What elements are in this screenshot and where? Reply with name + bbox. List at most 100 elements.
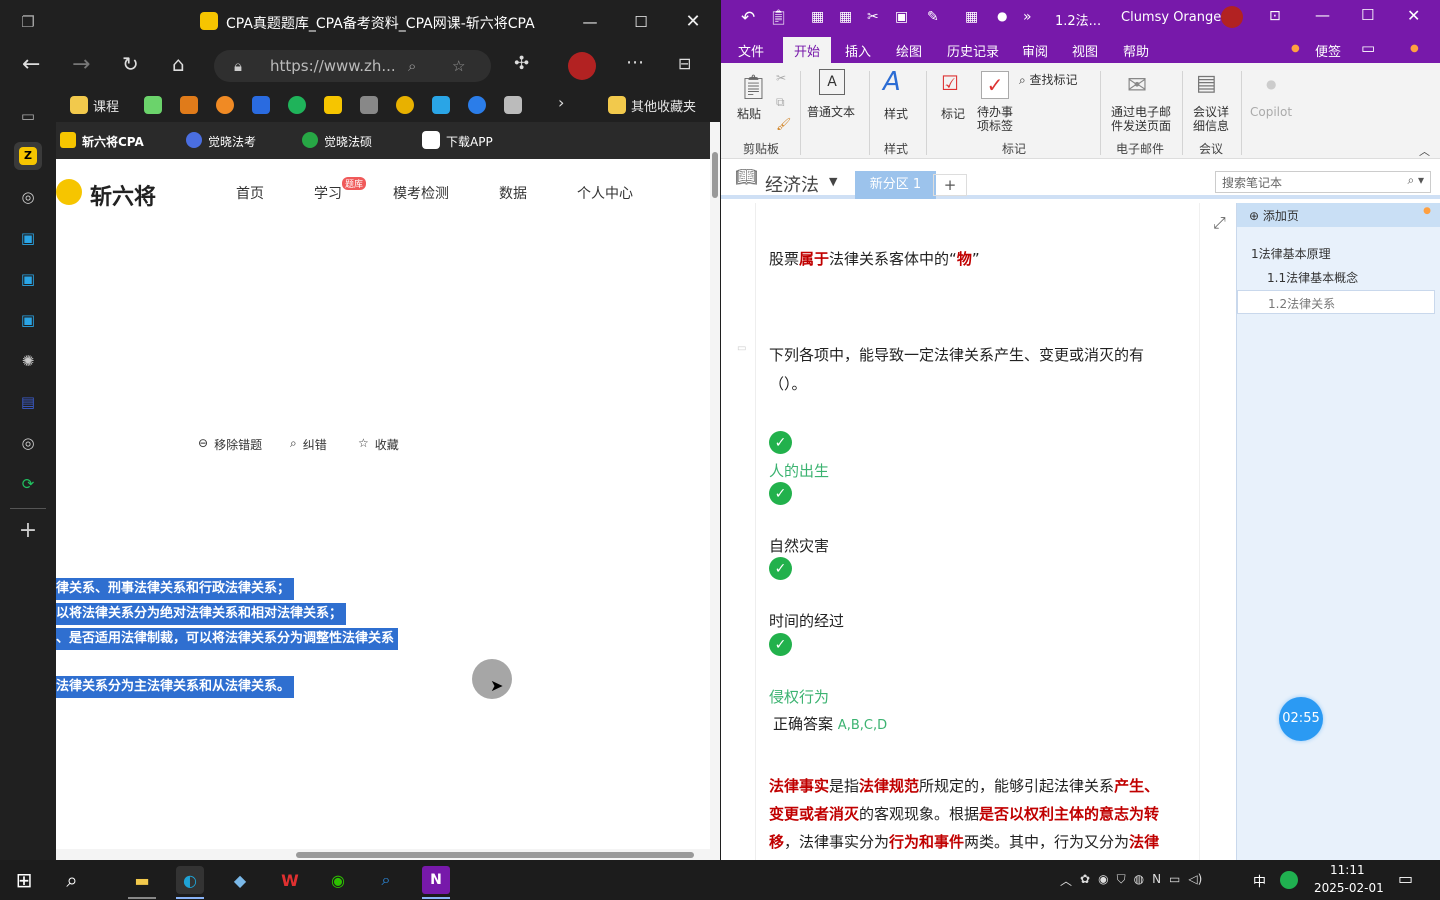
format-painter-icon[interactable]: 🖌︎ [776,117,791,131]
selected-text-line[interactable]: 法律关系分为主法律关系和从法律关系。 [56,676,295,698]
tab-history[interactable]: 历史记录 [947,41,999,60]
user-name[interactable]: Clumsy Orange [1121,10,1221,25]
site-link[interactable]: 觉晓法硕 [324,133,372,150]
floating-timer[interactable]: 02:55 [1279,697,1323,741]
vertical-scrollbar[interactable] [710,122,720,849]
sticky-notes-button[interactable]: 便签 [1315,41,1341,60]
chevron-down-icon[interactable]: ▼ [829,175,837,188]
nav-data[interactable]: 数据 [499,183,527,203]
tab-bilibili-icon[interactable]: ▣ [14,306,42,334]
table-icon[interactable]: ▦ [811,9,824,25]
meeting-icon[interactable]: ▤ [1196,71,1217,96]
favorite-icon[interactable] [180,96,198,114]
meeting-details-button[interactable]: 会议详细信息 [1191,105,1231,133]
wechat-icon[interactable]: ◉ [324,866,352,894]
paragraph-handle-icon[interactable]: ▭ [737,343,746,354]
question-text[interactable]: 下列各项中，能导致一定法律关系产生、变更或消灭的有（）。 [769,341,1179,399]
correction-button[interactable]: ⌕ 纠错 [290,436,327,453]
back-icon[interactable]: ← [22,52,40,77]
favorite-icon[interactable] [288,96,306,114]
close-icon[interactable]: ✕ [1407,6,1420,25]
sidebar-toggle-icon[interactable]: ⊟ [678,54,691,73]
section-tab[interactable]: 新分区 1 [855,171,936,199]
notification-center-icon[interactable]: ▭ [1398,869,1413,888]
paste-button[interactable]: 粘贴 [737,105,761,122]
ribbon-display-icon[interactable]: ⊡ [1269,8,1281,24]
scroll-thumb[interactable] [712,152,718,198]
tray-app-icon[interactable]: ✿ [1080,872,1090,889]
file-explorer-icon[interactable]: ▬ [128,866,156,894]
comment-icon[interactable]: ▭ [1361,39,1375,57]
email-icon[interactable]: ✉ [1127,71,1147,99]
onenote-icon[interactable]: N [422,866,450,894]
grid-icon[interactable]: ▦ [965,9,978,25]
favorite-icon[interactable] [360,96,378,114]
site-link[interactable]: 觉晓法考 [208,133,256,150]
favorite-icon[interactable] [252,96,270,114]
more-menu-icon[interactable]: ⋯ [626,52,644,73]
new-tab-icon[interactable]: + [14,516,42,544]
option-b[interactable]: 自然灾害 [769,535,829,556]
tab-chatgpt-icon[interactable]: ✺ [14,347,42,375]
expand-icon[interactable]: ⤢ [1213,213,1226,233]
url-field[interactable]: 🔒︎ https://www.zh... ⌕ ☆ [214,50,491,82]
selected-text-line[interactable]: 律关系、刑事法律关系和行政法律关系； [56,578,295,600]
app-icon[interactable]: ⌕ [372,866,400,894]
todo-icon[interactable]: ✓ [981,71,1009,99]
wps-icon[interactable]: W [276,866,304,894]
tab-view[interactable]: 视图 [1072,41,1098,60]
favorite-icon[interactable] [396,96,414,114]
tab-app-icon[interactable]: ◎ [14,429,42,457]
search-icon[interactable]: ⌕ ▾ [1407,173,1424,188]
normal-text-button[interactable]: 普通文本 [807,103,855,120]
note-line-stock[interactable]: 股票属于法律关系客体中的“物” [769,248,980,269]
maximize-icon[interactable]: ☐ [629,10,653,34]
tab-help[interactable]: 帮助 [1123,41,1149,60]
ime-indicator[interactable]: 中 [1253,871,1266,890]
defender-icon[interactable]: ⛉ [1117,872,1126,889]
tag-button[interactable]: 标记 [941,105,965,122]
nav-study[interactable]: 学习 [314,183,342,203]
favorite-folder-courses[interactable]: 课程 [70,94,119,116]
horizontal-scrollbar[interactable] [56,849,720,860]
explanation[interactable]: 法律事实是指法律规范所规定的，能够引起法律关系产生、 变更或者消灭的客观现象。根… [769,772,1189,856]
screen-icon[interactable]: ▣ [895,9,908,25]
site-link[interactable]: 斩六将CPA [82,133,144,150]
answer-line[interactable]: 正确答案 A,B,C,D [773,713,887,734]
add-page-button[interactable]: ⊕ 添加页 ● [1237,203,1440,227]
nav-home[interactable]: 首页 [236,183,264,203]
forward-icon[interactable]: → [72,52,90,77]
search-notebook-input[interactable]: 搜索笔记本 ⌕ ▾ [1215,171,1431,193]
collapse-ribbon-icon[interactable]: ︿ [1419,143,1430,159]
clock-time[interactable]: 11:11 [1330,863,1365,877]
tray-green-icon[interactable] [1280,871,1298,889]
email-page-button[interactable]: 通过电子邮件发送页面 [1111,105,1171,133]
favorite-icon[interactable] [468,96,486,114]
user-avatar[interactable] [1221,6,1243,28]
undo-icon[interactable]: ↶ [741,8,755,28]
tab-insert[interactable]: 插入 [845,41,871,60]
extensions-icon[interactable]: ✣ [514,53,529,74]
notebook-icon[interactable]: 📖︎ [735,167,758,188]
network-icon[interactable]: ◍ [1134,872,1144,889]
tab-actions-icon[interactable]: ▭ [14,102,42,130]
page-item[interactable]: 1.1法律基本概念 [1267,269,1358,286]
page-item-selected[interactable]: 1.2法律关系 [1237,290,1435,314]
tab-file[interactable]: 文件 [738,41,764,60]
nav-personal-center[interactable]: 个人中心 [577,183,633,203]
selected-text-line[interactable]: 、是否适用法律制裁，可以将法律关系分为调整性法律关系 [56,628,399,650]
tab-bilibili-icon[interactable]: ▣ [14,265,42,293]
notebook-name[interactable]: 经济法 [765,171,819,197]
copilot-button[interactable]: Copilot [1250,105,1292,119]
zoom-icon[interactable]: ⌕ [408,50,416,82]
find-tags-button[interactable]: ⌕ 查找标记 [1019,71,1078,88]
copy-icon[interactable]: ⧉ [776,95,785,110]
home-icon[interactable]: ⌂ [172,52,185,76]
tab-home[interactable]: 开始 [783,37,832,63]
edge-icon[interactable]: ◐ [176,866,204,894]
normal-text-icon[interactable]: A [819,69,845,95]
dot-icon[interactable]: ● [997,9,1007,23]
option-a[interactable]: 人的出生 [769,460,829,481]
cut-icon[interactable]: ✂ [776,71,786,85]
favorite-icon[interactable] [324,96,342,114]
